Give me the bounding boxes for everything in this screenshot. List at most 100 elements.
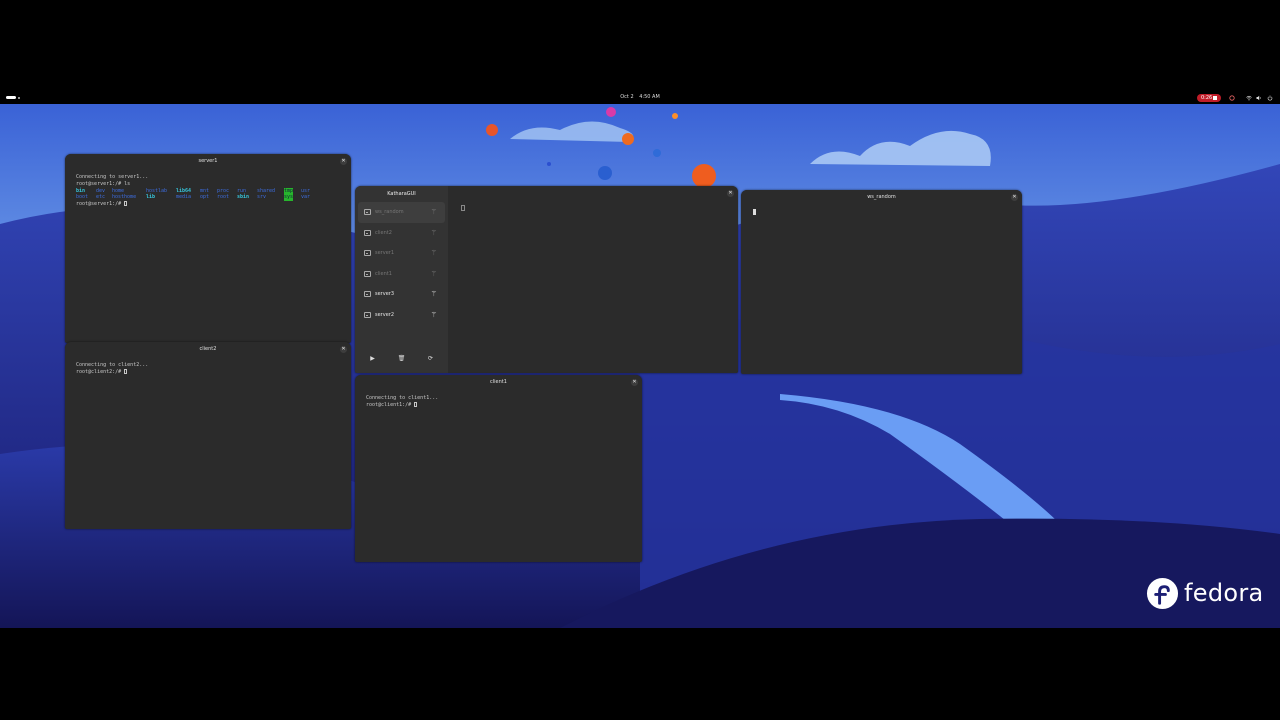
recording-time: 0:26 bbox=[1201, 95, 1213, 101]
refresh-button[interactable]: ⟳ bbox=[421, 353, 441, 365]
window-titlebar[interactable]: client2 ✕ bbox=[65, 342, 351, 357]
play-icon: ▶ bbox=[370, 355, 375, 362]
terminal-output[interactable]: Connecting to client2... root@client2:/# bbox=[65, 357, 351, 381]
text-cursor bbox=[461, 205, 465, 211]
network-icon[interactable]: ⚚ bbox=[431, 243, 437, 264]
terminal-window-ws-random[interactable]: ws_random ✕ bbox=[741, 190, 1022, 374]
ls-entry: srv bbox=[257, 194, 267, 201]
ls-entry: bin bbox=[76, 187, 86, 194]
terminal-icon bbox=[364, 209, 371, 215]
top-bar: Oct 2 4:50 AM 0:26 bbox=[0, 92, 1280, 104]
terminal-icon bbox=[364, 270, 371, 277]
close-icon[interactable]: ✕ bbox=[727, 190, 734, 197]
workspace-indicator bbox=[18, 97, 20, 99]
terminal-window-client2[interactable]: client2 ✕ Connecting to client2... root@c… bbox=[65, 342, 351, 529]
device-item-server3[interactable]: server3 ⚚ bbox=[358, 284, 445, 305]
ls-entry: root bbox=[217, 194, 230, 201]
text-cursor bbox=[124, 201, 128, 207]
kathara-gui-window[interactable]: KatharaGUI ws_random ⚚ client2 ⚚ server1… bbox=[355, 186, 738, 373]
window-titlebar[interactable]: ws_random ✕ bbox=[741, 190, 1022, 205]
window-titlebar[interactable]: client1 ✕ bbox=[355, 375, 642, 390]
privacy-indicator-icon[interactable] bbox=[1229, 95, 1235, 101]
ls-entry: etc bbox=[96, 194, 106, 201]
terminal-prompt: root@server1:/# bbox=[76, 201, 125, 208]
terminal-icon bbox=[364, 229, 371, 236]
ls-entry: tmp bbox=[284, 187, 294, 195]
workspace-indicator-active bbox=[6, 96, 16, 99]
terminal-line: Connecting to server1... bbox=[76, 174, 149, 180]
ls-entry: run bbox=[237, 187, 247, 194]
terminal-icon bbox=[364, 291, 371, 297]
text-cursor bbox=[753, 209, 756, 215]
ls-entry: sys bbox=[284, 194, 294, 202]
window-title: ws_random bbox=[867, 194, 896, 200]
network-icon[interactable]: ⚚ bbox=[431, 305, 437, 326]
terminal-prompt: root@client2:/# bbox=[76, 368, 125, 375]
device-label: ws_random bbox=[375, 209, 404, 215]
ls-entry: sbin bbox=[237, 194, 250, 201]
terminal-icon bbox=[364, 311, 371, 318]
window-title[interactable]: KatharaGUI bbox=[355, 186, 448, 202]
device-label: client2 bbox=[375, 229, 392, 236]
network-icon[interactable]: ⚚ bbox=[431, 264, 437, 285]
terminal-window-server1[interactable]: server1 ✕ Connecting to server1... root@s… bbox=[65, 154, 351, 343]
terminal-prompt: root@client1:/# bbox=[366, 401, 415, 408]
kathara-sidebar: KatharaGUI ws_random ⚚ client2 ⚚ server1… bbox=[355, 186, 448, 373]
fedora-wordmark: fedora bbox=[1184, 579, 1264, 607]
terminal-output[interactable]: Connecting to server1... root@server1:/# … bbox=[65, 169, 351, 213]
device-item-client1[interactable]: client1 ⚚ bbox=[358, 264, 445, 285]
device-label: server2 bbox=[375, 311, 395, 318]
network-icon[interactable]: ⚚ bbox=[431, 284, 437, 305]
device-label: server3 bbox=[375, 291, 395, 297]
terminal-output[interactable]: Connecting to client1... root@client1:/# bbox=[355, 390, 642, 414]
ls-output-row: bin dev home hostlab lib64 mnt proc run shared tm… bbox=[76, 187, 340, 195]
ls-entry: shared bbox=[257, 187, 276, 194]
terminal-line: Connecting to client2... bbox=[76, 362, 149, 368]
clock-date: Oct 2 bbox=[620, 94, 634, 100]
window-title: server1 bbox=[198, 158, 218, 164]
close-icon[interactable]: ✕ bbox=[631, 379, 638, 386]
ls-entry: media bbox=[176, 194, 192, 201]
fedora-logo: fedora bbox=[1146, 576, 1264, 610]
device-item-client2[interactable]: client2 ⚚ bbox=[358, 223, 445, 244]
letterbox-top bbox=[0, 0, 1280, 92]
ls-entry: hostlab bbox=[146, 187, 168, 194]
device-item-server1[interactable]: server1 ⚚ bbox=[358, 243, 445, 264]
ls-entry: opt bbox=[200, 194, 210, 201]
power-icon[interactable] bbox=[1267, 95, 1273, 101]
close-icon[interactable]: ✕ bbox=[340, 158, 347, 165]
volume-icon[interactable] bbox=[1256, 95, 1262, 101]
ls-output-row: boot etc hosthome lib media opt root sbin srv sys… bbox=[76, 194, 340, 202]
ls-entry: mnt bbox=[200, 187, 210, 194]
refresh-icon: ⟳ bbox=[427, 355, 434, 362]
screen-recording-indicator[interactable]: 0:26 bbox=[1197, 94, 1221, 102]
ls-entry: hosthome bbox=[112, 194, 137, 201]
delete-button[interactable]: 🗑 bbox=[392, 353, 412, 365]
kathara-main-pane[interactable]: ✕ bbox=[448, 186, 738, 373]
close-icon[interactable]: ✕ bbox=[1011, 194, 1018, 201]
window-titlebar[interactable]: server1 ✕ bbox=[65, 154, 351, 169]
clock-time: 4:50 AM bbox=[639, 94, 660, 100]
letterbox-bottom bbox=[0, 628, 1280, 720]
start-button[interactable]: ▶ bbox=[363, 353, 383, 365]
network-icon[interactable]: ⚚ bbox=[431, 202, 437, 223]
ls-entry: proc bbox=[217, 187, 230, 194]
terminal-icon bbox=[364, 250, 371, 256]
stop-icon bbox=[1213, 96, 1217, 100]
network-icon[interactable]: ⚚ bbox=[431, 223, 437, 244]
kathara-action-bar: ▶ 🗑 ⟳ bbox=[358, 353, 445, 365]
device-label: client1 bbox=[375, 270, 392, 277]
clock[interactable]: Oct 2 4:50 AM bbox=[600, 94, 680, 100]
activities-button[interactable] bbox=[6, 96, 20, 100]
terminal-line: Connecting to client1... bbox=[366, 395, 439, 401]
ls-entry: home bbox=[112, 187, 125, 194]
wifi-icon[interactable] bbox=[1246, 95, 1252, 101]
fedora-mark-icon bbox=[1146, 577, 1179, 609]
terminal-line: root@server1:/# ls bbox=[76, 180, 131, 187]
terminal-window-client1[interactable]: client1 ✕ Connecting to client1... root@c… bbox=[355, 375, 642, 562]
device-item-server2[interactable]: server2 ⚚ bbox=[358, 305, 445, 326]
device-label: server1 bbox=[375, 250, 395, 256]
device-item-ws-random[interactable]: ws_random ⚚ bbox=[358, 202, 445, 223]
close-icon[interactable]: ✕ bbox=[340, 346, 347, 353]
ls-entry: usr bbox=[301, 187, 311, 194]
